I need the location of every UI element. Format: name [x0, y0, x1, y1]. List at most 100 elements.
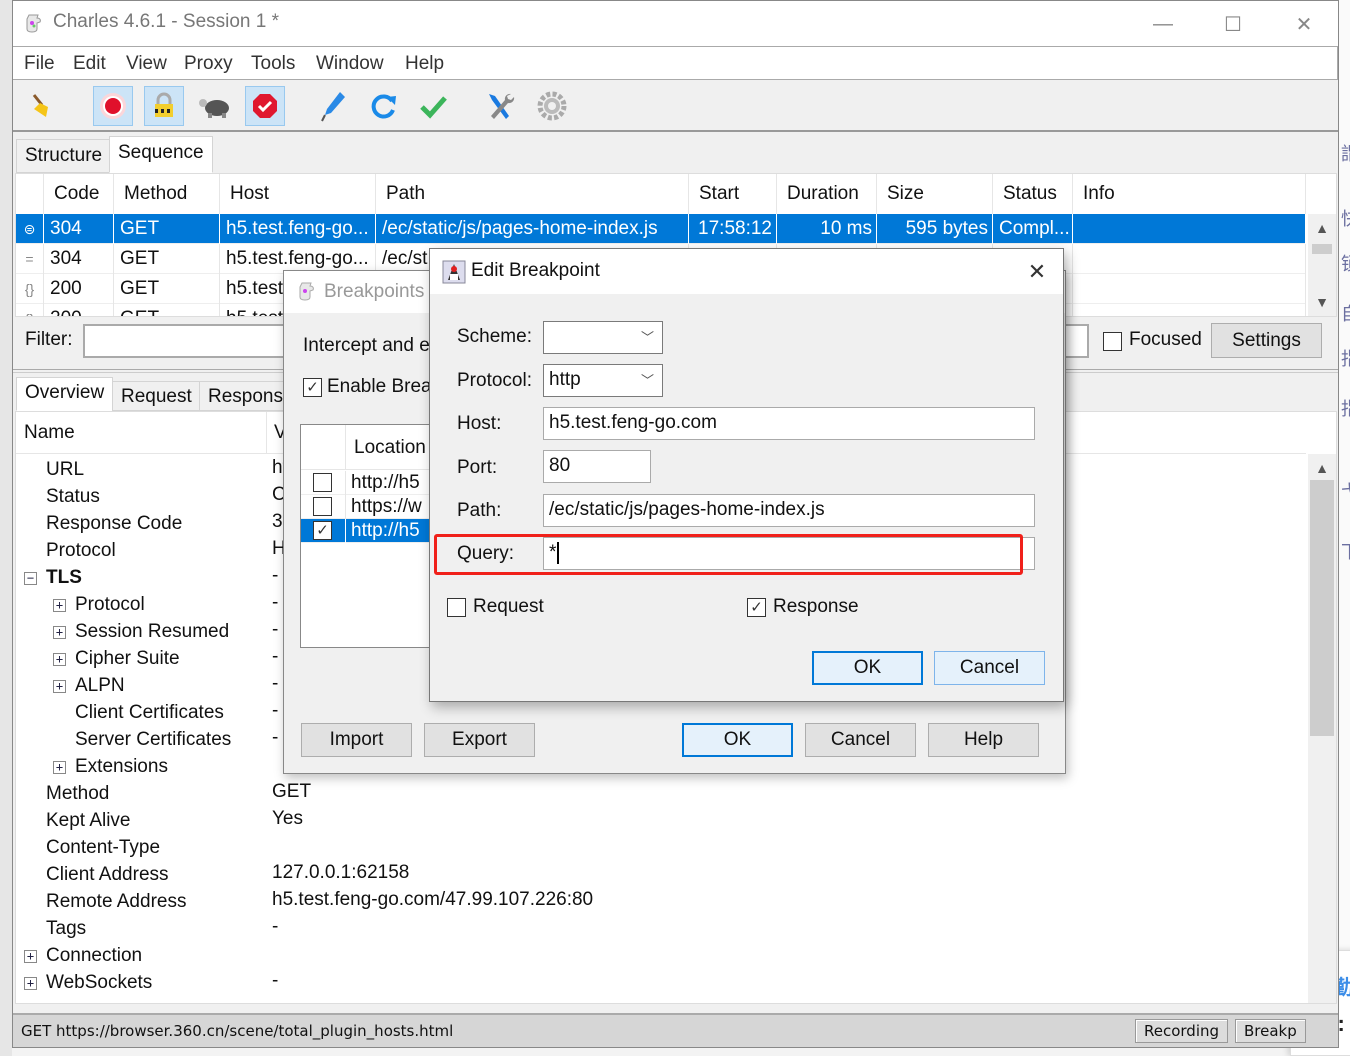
overview-value: - — [272, 727, 279, 748]
overview-name: Content-Type — [46, 837, 161, 858]
import-button[interactable]: Import — [301, 723, 412, 757]
maximize-button[interactable]: ☐ — [1210, 9, 1256, 39]
expand-icon[interactable]: + — [53, 653, 66, 666]
record-button[interactable] — [93, 86, 133, 126]
scroll-down-icon[interactable]: ▼ — [1308, 294, 1336, 314]
enable-breakpoints-checkbox[interactable]: ✓ — [303, 378, 322, 397]
export-button[interactable]: Export — [424, 723, 535, 757]
menu-view[interactable]: View — [126, 53, 167, 75]
expand-icon[interactable]: + — [53, 761, 66, 774]
scroll-up-icon[interactable]: ▲ — [1308, 220, 1336, 240]
breakpoints-cancel-button[interactable]: Cancel — [805, 723, 916, 757]
overview-row[interactable]: Client Address 127.0.0.1:62158 — [16, 862, 1306, 889]
focused-checkbox[interactable] — [1103, 332, 1122, 351]
path-field[interactable]: /ec/static/js/pages-home-index.js — [543, 494, 1035, 527]
col-start[interactable]: Start — [689, 174, 777, 214]
menu-edit[interactable]: Edit — [73, 53, 106, 75]
cell-method: GET — [114, 214, 220, 244]
col-info[interactable]: Info — [1073, 174, 1306, 214]
response-checkbox[interactable]: ✓ — [747, 598, 766, 617]
col-method[interactable]: Method — [114, 174, 220, 214]
overview-value: - — [272, 916, 279, 937]
breakpoints-ok-button[interactable]: OK — [682, 723, 793, 757]
close-dialog-button[interactable]: ✕ — [1022, 259, 1052, 285]
breakpoints-button[interactable] — [245, 86, 285, 126]
overview-name: Cipher Suite — [75, 648, 180, 669]
breakpoints-status-button[interactable]: Breakp — [1235, 1019, 1306, 1043]
recording-status-button[interactable]: Recording — [1135, 1019, 1229, 1043]
menu-help[interactable]: Help — [405, 53, 444, 75]
expand-icon[interactable]: + — [24, 950, 37, 963]
compose-button[interactable] — [313, 86, 353, 126]
overview-row[interactable]: Method GET — [16, 781, 1306, 808]
col-path[interactable]: Path — [376, 174, 689, 214]
host-field[interactable]: h5.test.feng-go.com — [543, 407, 1035, 440]
throttling-button[interactable] — [195, 86, 235, 126]
help-button[interactable]: Help — [928, 723, 1039, 757]
name-column-header[interactable]: Name — [24, 422, 75, 444]
overview-row[interactable]: + Connection — [16, 943, 1306, 970]
overview-scrollbar[interactable]: ▲ — [1308, 454, 1336, 1003]
menu-window[interactable]: Window — [316, 53, 384, 75]
settings-button[interactable]: Settings — [1211, 323, 1322, 358]
clear-session-button[interactable] — [23, 86, 63, 126]
menu-file[interactable]: File — [24, 53, 55, 75]
scheme-select[interactable]: ﹀ — [543, 321, 663, 354]
overview-row[interactable]: Tags - — [16, 916, 1306, 943]
overview-row[interactable]: Content-Type — [16, 835, 1306, 862]
col-size[interactable]: Size — [877, 174, 993, 214]
cell-host: h5.test.feng-go... — [220, 214, 376, 244]
edit-ok-button[interactable]: OK — [812, 651, 923, 685]
lock-icon — [155, 92, 173, 117]
protocol-select[interactable]: http ﹀ — [543, 364, 663, 397]
expand-icon[interactable]: + — [53, 626, 66, 639]
menu-proxy[interactable]: Proxy — [184, 53, 233, 75]
col-host[interactable]: Host — [220, 174, 376, 214]
tab-sequence[interactable]: Sequence — [109, 136, 213, 173]
location-column-header[interactable]: Location — [354, 437, 426, 459]
breakpoint-enabled-checkbox[interactable] — [313, 473, 332, 492]
scroll-thumb[interactable] — [1310, 480, 1334, 736]
col-code[interactable]: Code — [44, 174, 114, 214]
expand-icon[interactable]: + — [53, 680, 66, 693]
tab-request[interactable]: Request — [112, 381, 201, 411]
validate-button[interactable] — [413, 86, 453, 126]
scroll-up-icon[interactable]: ▲ — [1308, 460, 1336, 476]
port-field[interactable]: 80 — [543, 450, 651, 483]
request-table-scrollbar[interactable]: ▲ ▼ — [1308, 214, 1336, 316]
refresh-icon — [371, 94, 396, 119]
request-checkbox[interactable] — [447, 598, 466, 617]
col-duration[interactable]: Duration — [777, 174, 877, 214]
expand-icon[interactable]: + — [53, 599, 66, 612]
col-icon — [16, 174, 44, 214]
request-row[interactable]: ⊜ 304 GET h5.test.feng-go.../ec/static/js/p… — [16, 214, 1306, 244]
overview-name: Kept Alive — [46, 810, 131, 831]
status-text: GET https://browser.360.cn/scene/total_p… — [21, 1022, 454, 1040]
breakpoint-enabled-checkbox[interactable]: ✓ — [313, 521, 332, 540]
overview-row[interactable]: + WebSockets - — [16, 970, 1306, 997]
breakpoint-location: https://w — [351, 496, 422, 517]
edit-cancel-button[interactable]: Cancel — [934, 651, 1045, 685]
minimize-button[interactable]: — — [1140, 9, 1186, 39]
close-icon: ✕ — [1027, 259, 1047, 284]
background-text: 指 — [1341, 345, 1350, 371]
repeat-button[interactable] — [363, 86, 403, 126]
background-text: 自 — [1341, 300, 1350, 326]
ssl-proxying-button[interactable] — [144, 86, 184, 126]
expand-icon[interactable]: + — [24, 977, 37, 990]
col-status[interactable]: Status — [993, 174, 1073, 214]
scroll-thumb[interactable] — [1312, 244, 1332, 254]
collapse-icon[interactable]: − — [24, 572, 37, 585]
breakpoint-enabled-checkbox[interactable] — [313, 497, 332, 516]
menu-tools[interactable]: Tools — [251, 53, 295, 75]
tab-overview[interactable]: Overview — [16, 377, 114, 411]
settings-toolbar-button[interactable] — [532, 86, 572, 126]
tab-structure[interactable]: Structure — [16, 139, 112, 173]
overview-row[interactable]: Remote Address h5.test.feng-go.com/47.99.… — [16, 889, 1306, 916]
checkmark-icon — [420, 96, 447, 119]
overview-name: Extensions — [75, 756, 168, 777]
tools-button[interactable] — [481, 86, 521, 126]
charles-jug-icon — [299, 282, 314, 301]
overview-row[interactable]: Kept Alive Yes — [16, 808, 1306, 835]
close-button[interactable]: ✕ — [1281, 9, 1327, 39]
